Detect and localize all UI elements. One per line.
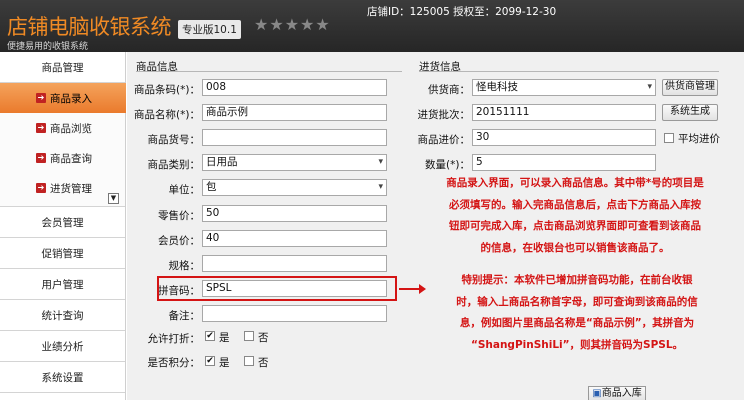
- app-header: 店铺电脑收银系统 便捷易用的收银系统 专业版10.1 ★★★★★ 店铺ID：12…: [0, 0, 744, 52]
- spec-label: 规格：: [168, 260, 201, 272]
- rating-stars-icon: ★★★★★: [254, 15, 331, 34]
- app-title: 店铺电脑收银系统: [7, 15, 172, 39]
- remark-input[interactable]: [202, 305, 387, 322]
- save-button-label: 商品入库: [601, 388, 642, 399]
- pinyin-highlight-box: [157, 276, 397, 301]
- entry-help-note: 商品录入界面，可以录入商品信息。其中带*号的项目是 必须填写的。输入完商品信息后…: [410, 173, 740, 259]
- sidebar-item-label: 商品管理: [41, 61, 84, 74]
- average-cost-label: 平均进价: [678, 133, 720, 145]
- sidebar-item-members[interactable]: 会员管理: [0, 207, 125, 238]
- generate-batch-button[interactable]: 系统生成: [662, 104, 718, 121]
- allow-discount-yes-label: 是: [219, 332, 230, 344]
- category-select[interactable]: 日用品: [202, 154, 387, 171]
- remark-label: 备注：: [168, 310, 201, 322]
- sidebar-item-promotions[interactable]: 促销管理: [0, 238, 125, 269]
- sidebar-item-performance[interactable]: 业绩分析: [0, 331, 125, 362]
- sidebar-item-label: 促销管理: [41, 247, 84, 260]
- sidebar-item-users[interactable]: 用户管理: [0, 269, 125, 300]
- sku-label: 商品货号：: [147, 134, 201, 146]
- allow-discount-label: 允许打折：: [147, 333, 201, 345]
- supplier-label: 供货商：: [428, 84, 470, 96]
- member-price-input[interactable]: 40: [202, 230, 387, 247]
- allow-discount-yes-checkbox[interactable]: ✔: [205, 331, 215, 341]
- section-divider: [136, 71, 402, 72]
- quantity-label: 数量(*)：: [425, 159, 470, 171]
- arrow-right-icon: ➔: [36, 183, 46, 193]
- goods-submenu: ➔ 商品录入 ➔ 商品浏览 ➔ 商品查询 ➔ 进货管理 ▼: [0, 83, 126, 207]
- shop-license-info: 店铺ID：125005 授权至：2099-12-30: [367, 6, 557, 18]
- sidebar-item-label: 统计查询: [41, 309, 84, 322]
- note-line: 特别提示：本软件已增加拼音码功能，在前台收银: [461, 274, 693, 286]
- arrow-right-icon: ➔: [36, 153, 46, 163]
- category-value: 日用品: [206, 156, 238, 168]
- points-yes-checkbox[interactable]: ✔: [205, 356, 215, 366]
- points-yes-label: 是: [219, 357, 230, 369]
- sidebar-item-label: 会员管理: [41, 216, 84, 229]
- category-label: 商品类别：: [147, 159, 201, 171]
- barcode-label: 商品条码(*)：: [134, 84, 200, 96]
- arrow-right-icon: ➔: [36, 93, 46, 103]
- spec-input[interactable]: [202, 255, 387, 272]
- points-no-label: 否: [258, 357, 269, 369]
- submenu-item-goods-browse[interactable]: ➔ 商品浏览: [0, 113, 125, 143]
- save-icon: ▣: [592, 388, 602, 399]
- submenu-item-purchase[interactable]: ➔ 进货管理: [0, 173, 125, 203]
- pinyin-help-note: 特别提示：本软件已增加拼音码功能，在前台收银 时，输入上商品名称首字母，即可查询…: [417, 270, 737, 356]
- note-line: 息，例如图片里商品名称是“商品示例”，其拼音为: [459, 317, 695, 329]
- unit-select[interactable]: 包: [202, 179, 387, 196]
- cost-label: 商品进价：: [417, 134, 471, 146]
- retail-price-label: 零售价：: [158, 210, 200, 222]
- sidebar-item-label: 系统设置: [41, 371, 84, 384]
- note-line: 钮即可完成入库，点击商品浏览界面即可查看到该商品: [449, 220, 701, 232]
- sku-input[interactable]: [202, 129, 387, 146]
- product-name-label: 商品名称(*)：: [134, 109, 200, 121]
- app-subtitle: 便捷易用的收银系统: [7, 42, 89, 52]
- average-cost-checkbox[interactable]: [664, 133, 674, 143]
- supplier-manage-button[interactable]: 供货商管理: [662, 79, 718, 96]
- sidebar: 商品管理 ➔ 商品录入 ➔ 商品浏览 ➔ 商品查询 ➔ 进货管理 ▼ 会员管理 促销管理…: [0, 52, 126, 400]
- barcode-input[interactable]: 008: [202, 79, 387, 96]
- submenu-item-label: 商品录入: [50, 92, 92, 105]
- note-line: 时，输入上商品名称首字母，即可查询到该商品的信: [456, 295, 698, 308]
- supplier-value: 怪电科技: [476, 81, 518, 93]
- allow-discount-no-label: 否: [258, 332, 269, 344]
- sidebar-item-settings[interactable]: 系统设置: [0, 362, 125, 393]
- edition-badge: 专业版10.1: [178, 20, 241, 39]
- sidebar-item-label: 业绩分析: [41, 340, 84, 353]
- allow-discount-no-checkbox[interactable]: [244, 331, 254, 341]
- sidebar-item-statistics[interactable]: 统计查询: [0, 300, 125, 331]
- product-name-input[interactable]: 商品示例: [202, 104, 387, 121]
- note-line: 商品录入界面，可以录入商品信息。其中带*号的项目是: [446, 177, 704, 189]
- member-price-label: 会员价：: [158, 235, 200, 247]
- sidebar-item-label: 用户管理: [41, 278, 84, 291]
- points-no-checkbox[interactable]: [244, 356, 254, 366]
- submenu-item-goods-entry[interactable]: ➔ 商品录入: [0, 83, 126, 113]
- scroll-down-icon[interactable]: ▼: [108, 193, 119, 204]
- submenu-item-label: 进货管理: [50, 182, 92, 195]
- batch-label: 进货批次：: [417, 109, 471, 121]
- points-label: 是否积分：: [147, 357, 201, 369]
- arrow-right-icon: ➔: [36, 123, 46, 133]
- quantity-input[interactable]: 5: [472, 154, 656, 171]
- submenu-item-label: 商品查询: [50, 152, 92, 165]
- note-line: “ShangPinShiLi”，则其拼音码为SPSL。: [470, 338, 684, 351]
- submenu-item-label: 商品浏览: [50, 122, 92, 135]
- batch-input[interactable]: 20151111: [472, 104, 656, 121]
- note-line: 必须填写的。输入完商品信息后，点击下方商品入库按: [449, 198, 701, 211]
- retail-price-input[interactable]: 50: [202, 205, 387, 222]
- unit-value: 包: [206, 181, 217, 193]
- unit-label: 单位：: [168, 184, 201, 196]
- save-to-stock-button[interactable]: ▣商品入库: [588, 386, 646, 400]
- supplier-select[interactable]: 怪电科技: [472, 79, 656, 96]
- submenu-item-goods-query[interactable]: ➔ 商品查询: [0, 143, 125, 173]
- cost-input[interactable]: 30: [472, 129, 656, 146]
- sidebar-item-goods[interactable]: 商品管理: [0, 52, 125, 83]
- note-line: 的信息，在收银台也可以销售该商品了。: [480, 241, 670, 254]
- section-divider: [419, 71, 719, 72]
